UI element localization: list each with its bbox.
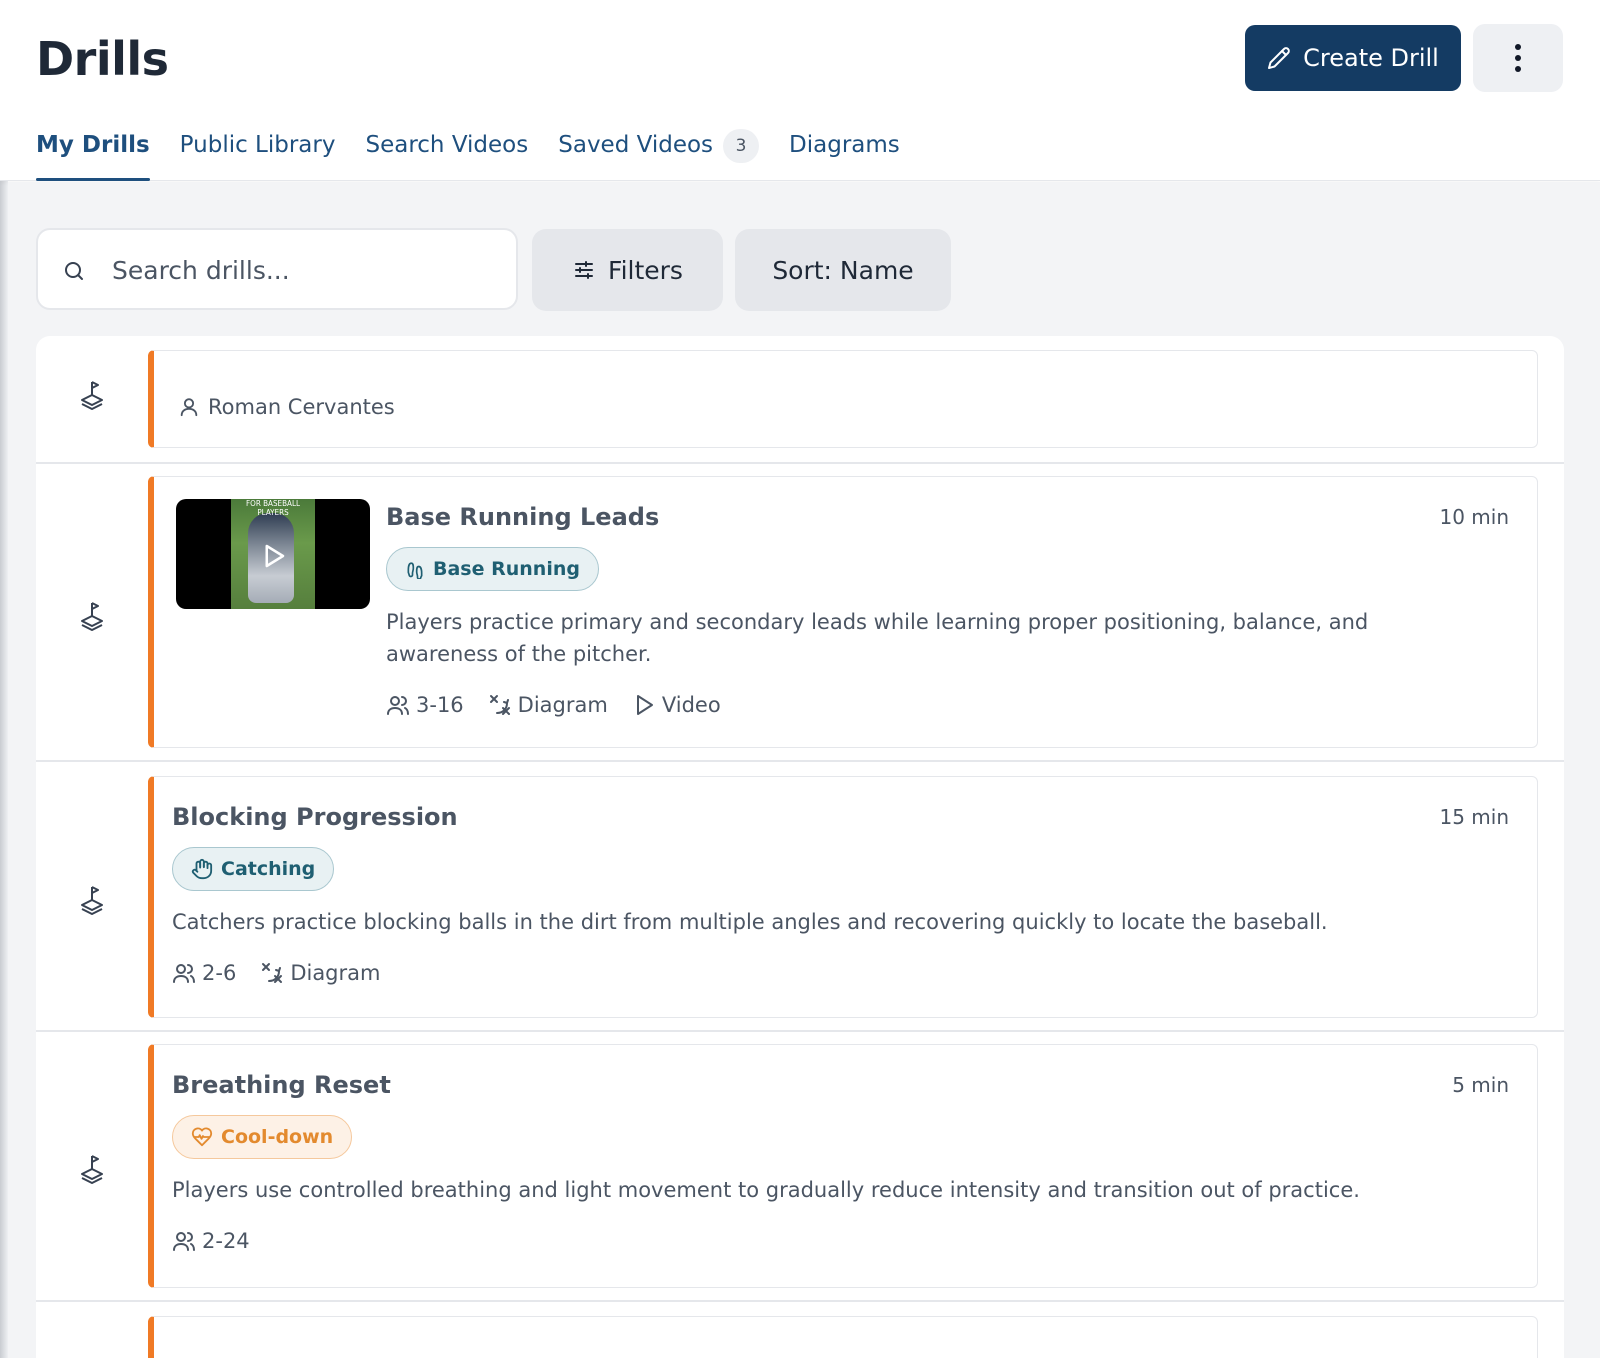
video-label: Video (661, 693, 721, 717)
drill-card[interactable]: Roman Cervantes (148, 350, 1538, 448)
create-drill-label: Create Drill (1303, 44, 1439, 72)
drill-title: Breathing Reset (172, 1071, 391, 1099)
page-title: Drills (36, 32, 169, 86)
drill-card[interactable] (148, 1316, 1538, 1358)
sort-button[interactable]: Sort: Name (735, 229, 951, 311)
drill-list: Roman Cervantes FOR BASEBALL PLAYERS Bas… (36, 336, 1564, 1358)
sort-label: Sort: Name (772, 255, 914, 285)
search-field[interactable] (36, 228, 518, 310)
more-vertical-icon (1515, 44, 1521, 72)
drill-description: Catchers practice blocking balls in the … (172, 910, 1328, 934)
sliders-icon (575, 261, 594, 279)
heart-pulse-icon (191, 1127, 213, 1147)
saved-videos-count-badge: 3 (723, 129, 760, 163)
thumbnail-caption: FOR BASEBALL PLAYERS (246, 499, 300, 517)
diagram-label: Diagram (517, 693, 608, 717)
drill-row: Blocking Progression 15 min Catching Cat… (36, 762, 1564, 1032)
drill-card[interactable]: Breathing Reset 5 min Cool-down Players … (148, 1044, 1538, 1288)
drill-row: Breathing Reset 5 min Cool-down Players … (36, 1032, 1564, 1302)
search-icon (65, 262, 83, 280)
player-count: 3-16 (386, 693, 464, 717)
drill-row: FOR BASEBALL PLAYERS Base Running Leads … (36, 464, 1564, 762)
users-icon (173, 1232, 195, 1251)
drag-handle-icon[interactable] (76, 1152, 108, 1184)
user-icon (180, 398, 198, 417)
footprints-icon (407, 562, 423, 579)
player-count-label: 2-6 (202, 961, 237, 985)
tab-public-library[interactable]: Public Library (180, 128, 336, 181)
category-tag: Catching (172, 847, 335, 891)
drill-card[interactable]: FOR BASEBALL PLAYERS Base Running Leads … (148, 476, 1538, 748)
drill-meta: 2-24 (172, 1229, 250, 1253)
diagram-indicator: Diagram (488, 693, 608, 717)
left-edge-shadow (0, 181, 8, 1358)
video-thumbnail[interactable]: FOR BASEBALL PLAYERS (176, 499, 370, 609)
diagram-label: Diagram (290, 961, 381, 985)
drill-duration: 5 min (1452, 1073, 1509, 1097)
search-input[interactable] (112, 248, 502, 292)
tab-label: Public Library (179, 132, 336, 158)
diagram-icon (489, 695, 510, 715)
tab-search-videos[interactable]: Search Videos (365, 128, 528, 181)
drill-meta: 2-6 Diagram (172, 961, 380, 985)
diagram-icon (262, 963, 283, 983)
drill-row (36, 1302, 1564, 1358)
tab-bar: My Drills Public Library Search Videos S… (36, 128, 900, 181)
drag-handle-icon[interactable] (76, 378, 108, 410)
pencil-icon (1268, 47, 1290, 69)
drill-title: Base Running Leads (386, 503, 660, 531)
player-count-label: 2-24 (202, 1229, 250, 1253)
category-label: Base Running (433, 558, 580, 580)
hand-icon (191, 858, 213, 880)
drag-handle-icon[interactable] (76, 883, 108, 915)
tab-saved-videos[interactable]: Saved Videos 3 (558, 128, 760, 181)
tab-label: Search Videos (365, 132, 529, 158)
player-count: 2-24 (172, 1229, 250, 1253)
filters-label: Filters (608, 255, 683, 285)
tab-label: My Drills (36, 132, 150, 158)
player-count: 2-6 (172, 961, 236, 985)
drill-card[interactable]: Blocking Progression 15 min Catching Cat… (148, 776, 1538, 1018)
owner-name: Roman Cervantes (208, 395, 395, 419)
video-indicator: Video (632, 693, 721, 717)
drag-handle-icon[interactable] (76, 599, 108, 631)
owner-line: Roman Cervantes (178, 395, 395, 419)
category-tag: Cool-down (172, 1115, 353, 1159)
drill-description: Players practice primary and secondary l… (386, 610, 1369, 666)
tab-diagrams[interactable]: Diagrams (789, 128, 900, 181)
player-count-label: 3-16 (416, 693, 464, 717)
drill-description: Players use controlled breathing and lig… (172, 1178, 1360, 1202)
tab-label: Saved Videos (558, 132, 714, 158)
drill-duration: 10 min (1439, 505, 1509, 529)
drill-row: Roman Cervantes (36, 336, 1564, 464)
tab-my-drills[interactable]: My Drills (36, 128, 150, 181)
users-icon (387, 696, 409, 715)
play-icon (265, 544, 285, 568)
tab-label: Diagrams (789, 132, 900, 158)
drill-meta: 3-16 Diagram Video (386, 693, 721, 717)
diagram-indicator: Diagram (260, 961, 380, 985)
users-icon (173, 964, 195, 983)
page-header: Drills Create Drill My Drills Public Lib… (0, 0, 1600, 181)
category-label: Cool-down (221, 1126, 334, 1148)
filters-button[interactable]: Filters (532, 229, 723, 311)
category-tag: Base Running (386, 547, 599, 591)
play-outline-icon (636, 695, 653, 715)
create-drill-button[interactable]: Create Drill (1245, 25, 1461, 91)
drill-title: Blocking Progression (172, 803, 458, 831)
more-options-button[interactable] (1473, 24, 1563, 92)
drill-duration: 15 min (1439, 805, 1509, 829)
category-label: Catching (221, 858, 316, 880)
